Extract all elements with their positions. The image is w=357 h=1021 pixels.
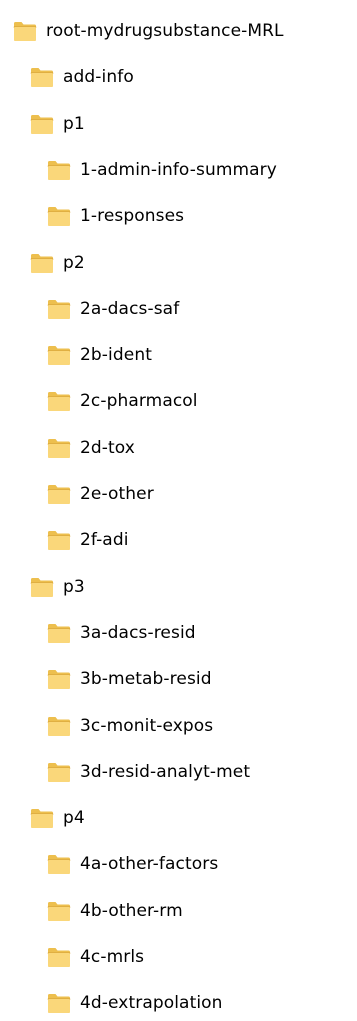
folder-label: p3 <box>63 576 85 597</box>
folder-item-4c-mrls[interactable]: 4c-mrls <box>47 939 144 975</box>
folder-label: 3c-monit-expos <box>80 715 214 736</box>
folder-label: 3a-dacs-resid <box>80 622 196 643</box>
folder-icon <box>47 159 71 181</box>
folder-item-2b-ident[interactable]: 2b-ident <box>47 337 152 373</box>
folder-item-1-responses[interactable]: 1-responses <box>47 198 184 234</box>
folder-label: 3b-metab-resid <box>80 669 212 690</box>
folder-item-3b-metab-resid[interactable]: 3b-metab-resid <box>47 661 212 697</box>
folder-label: 4d-extrapolation <box>80 993 223 1014</box>
folder-icon <box>47 529 71 551</box>
folder-label: 1-responses <box>80 206 185 227</box>
folder-label: add-info <box>63 67 134 88</box>
folder-label: 4b-other-rm <box>80 900 183 921</box>
folder-label: 2a-dacs-saf <box>80 298 180 319</box>
folder-label: 2b-ident <box>80 345 152 366</box>
folder-icon <box>47 900 71 922</box>
folder-icon <box>30 576 54 598</box>
folder-label: 2c-pharmacol <box>80 391 198 412</box>
folder-item-3a-dacs-resid[interactable]: 3a-dacs-resid <box>47 615 196 651</box>
folder-icon <box>47 946 71 968</box>
folder-label: p2 <box>63 252 85 273</box>
folder-label: 2d-tox <box>80 437 135 458</box>
folder-label: p1 <box>63 113 85 134</box>
folder-icon <box>47 298 71 320</box>
folder-item-4a-other-factors[interactable]: 4a-other-factors <box>47 846 218 882</box>
folder-item-1-admin-info-summary[interactable]: 1-admin-info-summary <box>47 152 277 188</box>
folder-item-3d-resid-analyt-met[interactable]: 3d-resid-analyt-met <box>47 754 250 790</box>
folder-tree: root-mydrugsubstance-MRL add-info p1 1-admi… <box>0 0 357 1019</box>
folder-label: p4 <box>63 808 85 829</box>
folder-icon <box>47 437 71 459</box>
folder-icon <box>47 483 71 505</box>
folder-icon <box>30 807 54 829</box>
folder-label: 4a-other-factors <box>80 854 219 875</box>
folder-item-p2[interactable]: p2 <box>30 245 85 281</box>
folder-icon <box>30 113 54 135</box>
folder-item-p3[interactable]: p3 <box>30 569 85 605</box>
folder-item-2f-adi[interactable]: 2f-adi <box>47 522 129 558</box>
folder-item-2c-pharmacol[interactable]: 2c-pharmacol <box>47 383 198 419</box>
folder-icon <box>47 853 71 875</box>
folder-item-2e-other[interactable]: 2e-other <box>47 476 154 512</box>
folder-icon <box>47 205 71 227</box>
folder-item-root[interactable]: root-mydrugsubstance-MRL <box>13 13 284 49</box>
folder-label: 2e-other <box>80 484 154 504</box>
folder-item-p4[interactable]: p4 <box>30 800 85 836</box>
folder-label: 4c-mrls <box>80 947 145 967</box>
folder-icon <box>30 252 54 274</box>
folder-item-3c-monit-expos[interactable]: 3c-monit-expos <box>47 708 213 744</box>
folder-label: 2f-adi <box>80 530 129 551</box>
folder-label: 1-admin-info-summary <box>80 159 277 180</box>
folder-icon <box>47 715 71 737</box>
folder-item-4b-other-rm[interactable]: 4b-other-rm <box>47 893 183 929</box>
folder-icon <box>30 66 54 88</box>
folder-item-2a-dacs-saf[interactable]: 2a-dacs-saf <box>47 291 179 327</box>
folder-icon <box>47 390 71 412</box>
folder-icon <box>47 622 71 644</box>
folder-item-add-info[interactable]: add-info <box>30 59 134 95</box>
folder-item-2d-tox[interactable]: 2d-tox <box>47 430 135 466</box>
folder-item-4d-extrapolation[interactable]: 4d-extrapolation <box>47 985 223 1021</box>
folder-icon <box>47 344 71 366</box>
folder-icon <box>47 668 71 690</box>
folder-item-p1[interactable]: p1 <box>30 106 85 142</box>
folder-label: root-mydrugsubstance-MRL <box>46 21 284 41</box>
folder-label: 3d-resid-analyt-met <box>80 761 251 782</box>
folder-icon <box>47 992 71 1014</box>
folder-icon <box>47 761 71 783</box>
folder-icon <box>13 20 37 42</box>
